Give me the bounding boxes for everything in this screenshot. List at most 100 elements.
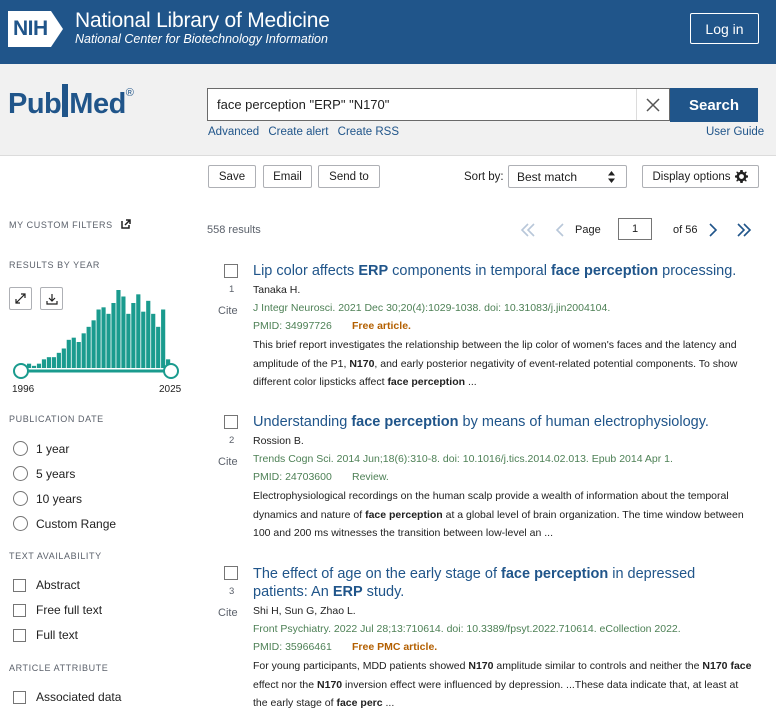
clear-search-button[interactable] [636,89,669,120]
filter-label: Full text [36,628,79,642]
year-bar-2019[interactable] [136,294,141,368]
filter-full-text[interactable]: Full text [13,628,78,642]
custom-filters-heading[interactable]: MY CUSTOM FILTERS [9,219,131,230]
filter-free-full-text[interactable]: Free full text [13,603,102,617]
result-journal: Trends Cogn Sci. 2014 Jun;18(6):310-8. d… [253,453,673,465]
date-filter-custom-range[interactable]: Custom Range [13,516,116,531]
date-filter-5-years[interactable]: 5 years [13,466,75,481]
result-authors: Tanaka H. [253,284,301,296]
previous-page-button[interactable] [553,219,567,240]
year-bar-2020[interactable] [141,311,146,368]
year-bar-2001[interactable] [46,357,51,368]
radio-button[interactable] [13,516,28,531]
radio-button[interactable] [13,491,28,506]
snippet-highlight: face perception [387,376,466,388]
checkbox[interactable] [13,628,26,642]
result-authors: Rossion B. [253,435,304,447]
year-bar-2000[interactable] [41,359,47,368]
snippet-text: amplitude similar to controls and neithe… [493,660,703,672]
year-bar-2003[interactable] [56,352,61,368]
year-bar-2023[interactable] [156,326,161,368]
filter-associated-data[interactable]: Associated data [13,690,121,704]
result-select-checkbox[interactable] [224,566,238,580]
create-rss-link[interactable]: Create RSS [338,126,399,138]
title-text: components in temporal [388,263,551,279]
sort-select[interactable]: Best match [508,165,627,188]
advanced-link[interactable]: Advanced [208,126,259,138]
year-bar-2024[interactable] [161,309,166,369]
user-guide-link[interactable]: User Guide [706,126,764,138]
snippet-highlight: face perc [336,697,383,709]
cite-button[interactable]: Cite [218,456,238,468]
year-bar-2006[interactable] [71,337,76,368]
snippet-highlight: N170 [349,357,375,370]
nih-logo[interactable]: NIH [8,10,70,48]
search-button[interactable]: Search [670,88,758,122]
year-bar-2014[interactable] [111,303,116,368]
cite-button[interactable]: Cite [218,607,238,619]
checkbox[interactable] [13,578,26,592]
checkbox[interactable] [13,603,26,617]
year-slider-end-handle[interactable] [163,363,179,379]
page-label: Page [575,224,601,236]
year-bar-2021[interactable] [146,300,151,368]
snippet-highlight: N170 [468,660,494,672]
year-bar-2004[interactable] [61,348,66,369]
snippet-highlight: face perception [365,508,443,521]
year-bar-2005[interactable] [66,339,71,368]
next-page-button[interactable] [706,219,720,240]
pubmed-logo[interactable]: Pub Med® [8,84,134,121]
year-bar-2015[interactable] [116,290,121,368]
year-bar-2009[interactable] [86,326,91,368]
save-button[interactable]: Save [208,165,256,188]
article-attribute-heading: ARTICLE ATTRIBUTE [9,663,109,673]
send-to-button[interactable]: Send to [318,165,380,188]
snippet-highlight: N170 [317,678,343,691]
year-slider-start-handle[interactable] [13,363,29,379]
last-page-button[interactable] [735,219,753,240]
year-bar-2002[interactable] [51,357,56,368]
year-bar-2017[interactable] [126,313,131,368]
date-filter-10-years[interactable]: 10 years [13,491,82,506]
title-highlight: ERP [332,584,363,600]
page-number-input[interactable]: 1 [618,218,652,240]
year-bar-2010[interactable] [91,320,96,368]
result-title-link[interactable]: Lip color affects ERP components in temp… [253,262,753,280]
close-icon [646,97,660,112]
result-number: 1 [229,284,235,295]
radio-button[interactable] [13,441,28,456]
year-bar-2008[interactable] [81,333,86,368]
title-text: processing. [658,263,737,279]
year-bar-2011[interactable] [96,309,101,369]
filter-abstract[interactable]: Abstract [13,578,80,592]
year-bar-2018[interactable] [131,303,136,368]
result-title-link[interactable]: Understanding face perception by means o… [253,413,753,431]
first-page-button[interactable] [519,219,537,240]
year-bar-2013[interactable] [106,313,111,368]
search-input[interactable] [207,88,670,121]
display-options-button[interactable]: Display options [642,165,759,188]
year-bar-2016[interactable] [121,296,126,369]
year-bar-2007[interactable] [76,342,81,368]
search-band: PubMed® Search Advanced Create alert Cre… [0,64,776,156]
free-article-badge: Free article. [352,320,411,332]
year-bar-2022[interactable] [151,313,156,368]
radio-button[interactable] [13,466,28,481]
year-bar-2012[interactable] [101,307,106,368]
login-button[interactable]: Log in [690,13,759,44]
date-filter-1-year[interactable]: 1 year [13,441,69,456]
create-alert-link[interactable]: Create alert [268,126,328,138]
cite-button[interactable]: Cite [218,305,238,317]
year-bar-1999[interactable] [36,363,42,368]
checkbox[interactable] [13,690,26,704]
results-by-year-chart[interactable] [8,285,188,385]
year-bar-1998[interactable] [31,365,37,368]
result-title-link[interactable]: The effect of age on the early stage of … [253,565,753,601]
result-select-checkbox[interactable] [224,415,238,429]
snippet-text: ... [465,376,477,388]
email-button[interactable]: Email [263,165,312,188]
nlm-title[interactable]: National Library of Medicine [75,9,330,33]
result-select-checkbox[interactable] [224,264,238,278]
pubmed-logo-pub: Pub [8,88,62,120]
sort-value: Best match [517,169,578,184]
